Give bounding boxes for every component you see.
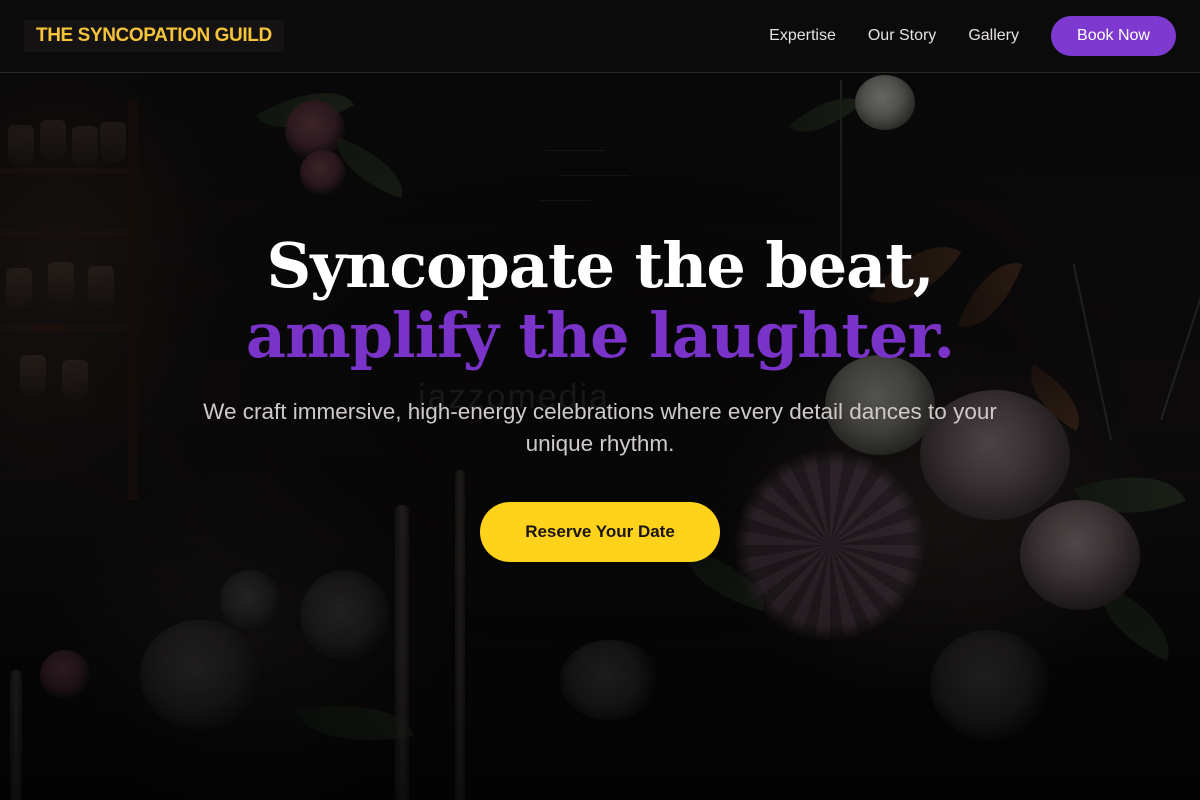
hero-headline-line2: amplify the laughter.	[245, 299, 955, 372]
hero-subtitle: We craft immersive, high-energy celebrat…	[203, 399, 997, 456]
nav-link-our-story[interactable]: Our Story	[868, 27, 936, 45]
navbar: THE SYNCOPATION GUILD Expertise Our Stor…	[0, 0, 1200, 73]
nav-link-expertise[interactable]: Expertise	[769, 27, 836, 45]
page: jazzomedia THE SYNCOPATION GUILD Experti…	[0, 0, 1200, 800]
nav-links: Expertise Our Story Gallery Book Now	[769, 16, 1176, 56]
hero-headline-line1: Syncopate the beat,	[266, 229, 934, 302]
nav-link-gallery[interactable]: Gallery	[968, 27, 1019, 45]
hero-section: Syncopate the beat, amplify the laughter…	[0, 230, 1200, 562]
brand-logo[interactable]: THE SYNCOPATION GUILD	[24, 20, 284, 52]
reserve-your-date-button[interactable]: Reserve Your Date	[480, 502, 720, 562]
book-now-button[interactable]: Book Now	[1051, 16, 1176, 56]
